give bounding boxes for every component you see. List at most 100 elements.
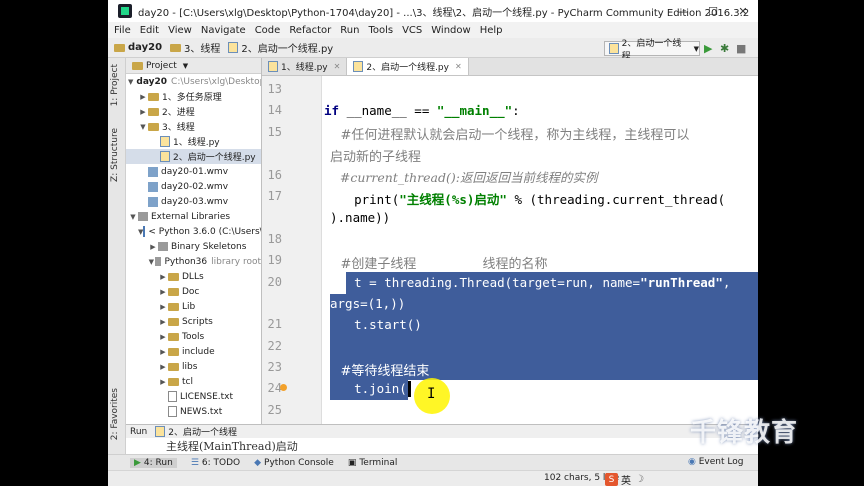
collapsed-arrow-icon: ▶ (160, 302, 166, 311)
collapsed-arrow-icon: ▶ (160, 272, 166, 281)
code-line-17-wrap: ).name)) (330, 210, 391, 225)
menu-view[interactable]: View (168, 25, 192, 36)
menu-refactor[interactable]: Refactor (289, 25, 331, 36)
folder-icon (114, 43, 125, 52)
close-button[interactable]: ✕ (728, 0, 758, 22)
favorites-tool-tab[interactable]: 2: Favorites (110, 388, 120, 440)
collapsed-arrow-icon: ▶ (150, 242, 156, 251)
code-editor[interactable]: 1、线程.py ✕ 2、启动一个线程.py ✕ 13 14 15 16 17 18 … (262, 58, 758, 424)
menu-run[interactable]: Run (340, 25, 359, 36)
stop-icon[interactable]: ■ (736, 42, 746, 55)
tab-run[interactable]: ▶ 4: Run (130, 457, 177, 468)
tree-item-process[interactable]: ▶ 2、进程 (126, 104, 261, 119)
sogou-ime-icon: S (605, 473, 618, 486)
breadcrumb-file[interactable]: 2、启动一个线程.py (228, 40, 333, 55)
tree-item-binary-skeletons[interactable]: ▶ Binary Skeletons (126, 239, 261, 254)
video-file-icon (148, 181, 158, 192)
bulb-icon[interactable] (280, 384, 287, 391)
collapsed-arrow-icon: ▶ (160, 332, 166, 341)
minimize-button[interactable]: — (668, 0, 698, 22)
code-area[interactable]: if __name__ == "__main__": #任何进程默认就会启动一个… (324, 76, 758, 424)
tree-item-tcl[interactable]: ▶ tcl (126, 374, 261, 389)
tree-item-start-thread-py[interactable]: 2、启动一个线程.py (126, 149, 261, 164)
tree-item-video-01[interactable]: day20-01.wmv (126, 164, 261, 179)
close-tab-icon[interactable]: ✕ (455, 62, 462, 71)
breadcrumb-day20[interactable]: day20 (114, 42, 162, 53)
line-number: 17 (267, 189, 282, 203)
run-output: 主线程(MainThread)启动 (166, 440, 298, 453)
folder-icon (168, 332, 179, 341)
run-icon[interactable]: ▶ (704, 42, 712, 55)
close-tab-icon[interactable]: ✕ (334, 62, 341, 71)
tab-terminal[interactable]: ▣ Terminal (348, 458, 398, 468)
tree-item-thread-py[interactable]: 1、线程.py (126, 134, 261, 149)
tree-root[interactable]: ▼ day20 C:\Users\xlg\Desktop (126, 74, 261, 89)
run-panel-title: Run (130, 426, 148, 437)
project-tool-tab[interactable]: 1: Project (110, 64, 120, 106)
run-panel: Run 2、启动一个线程 主线程(MainThread)启动 (126, 424, 758, 454)
event-log-button[interactable]: ◉ Event Log (688, 457, 743, 467)
tree-item-libs[interactable]: ▶ libs (126, 359, 261, 374)
menu-file[interactable]: File (114, 25, 131, 36)
tab-todo[interactable]: ☰ 6: TODO (191, 458, 240, 468)
line-number: 18 (267, 232, 282, 246)
tree-item-external-libraries[interactable]: ▼ External Libraries (126, 209, 261, 224)
tree-item-multitask[interactable]: ▶ 1、多任务原理 (126, 89, 261, 104)
menu-tools[interactable]: Tools (368, 25, 393, 36)
menu-navigate[interactable]: Navigate (201, 25, 246, 36)
python-sdk-icon (143, 226, 146, 237)
tree-item-dlls[interactable]: ▶ DLLs (126, 269, 261, 284)
tree-item-doc[interactable]: ▶ Doc (126, 284, 261, 299)
code-line-15-wrap: 启动新的子线程 (330, 150, 422, 165)
watermark-logo: 千锋教育 (690, 418, 799, 448)
breadcrumb-thread-folder[interactable]: 3、线程 (170, 40, 220, 55)
code-line-16: #current_thread():返回返回当前线程的实例 (324, 170, 598, 185)
structure-tool-tab[interactable]: Z: Structure (110, 128, 120, 182)
menu-vcs[interactable]: VCS (402, 25, 422, 36)
tab-thread-py[interactable]: 1、线程.py ✕ (262, 58, 348, 75)
title-bar: day20 - [C:\Users\xlg\Desktop\Python-170… (108, 0, 758, 22)
tree-item-tools[interactable]: ▶ Tools (126, 329, 261, 344)
tree-item-python-sdk[interactable]: ▼ < Python 3.6.0 (C:\Users\ (126, 224, 261, 239)
menu-window[interactable]: Window (431, 25, 470, 36)
line-number: 16 (267, 168, 282, 182)
tree-item-video-02[interactable]: day20-02.wmv (126, 179, 261, 194)
menu-code[interactable]: Code (255, 25, 281, 36)
text-cursor (408, 381, 411, 397)
menu-help[interactable]: Help (480, 25, 503, 36)
library-icon (138, 212, 148, 221)
tab-start-thread-py[interactable]: 2、启动一个线程.py ✕ (347, 58, 469, 75)
tree-item-news[interactable]: NEWS.txt (126, 404, 261, 419)
tree-item-include[interactable]: ▶ include (126, 344, 261, 359)
folder-icon (132, 61, 143, 70)
library-icon (154, 257, 162, 266)
code-line-20: t = threading.Thread(target=run, name="r… (324, 275, 731, 290)
line-number: 19 (267, 253, 282, 267)
maximize-button[interactable]: ☐ (698, 0, 728, 22)
python-file-icon (228, 42, 239, 53)
run-configuration-select[interactable]: 2、启动一个线程 ▼ (604, 39, 700, 62)
run-panel-config: 2、启动一个线程 (168, 428, 237, 438)
line-number-gutter: 13 14 15 16 17 18 19 20 21 22 23 24 25 (262, 76, 322, 424)
folder-icon (148, 92, 159, 101)
event-log-icon: ◉ (688, 457, 699, 467)
tree-item-license[interactable]: LICENSE.txt (126, 389, 261, 404)
debug-icon[interactable]: ✱ (720, 42, 729, 55)
tree-item-thread[interactable]: ▼ 3、线程 (126, 119, 261, 134)
tree-item-lib[interactable]: ▶ Lib (126, 299, 261, 314)
tab-python-console[interactable]: ◆ Python Console (254, 458, 334, 468)
project-panel-header: Project ▼ (126, 58, 261, 74)
tree-item-python36[interactable]: ▼ Python36 library root (126, 254, 261, 269)
code-line-24: t.join() (324, 381, 415, 396)
python-console-icon: ◆ (254, 457, 262, 468)
expand-arrow-icon: ▼ (140, 122, 146, 131)
terminal-icon: ▣ (347, 457, 357, 468)
tree-item-scripts[interactable]: ▶ Scripts (126, 314, 261, 329)
project-view-select[interactable]: Project (146, 61, 177, 71)
bottom-tool-bar: ▶ 4: Run ☰ 6: TODO ◆ Python Console ▣ Termin… (108, 454, 758, 470)
menu-edit[interactable]: Edit (140, 25, 159, 36)
folder-icon (170, 43, 182, 52)
expand-arrow-icon: ▼ (148, 257, 155, 266)
ime-indicator[interactable]: S 英 ☽ (605, 472, 644, 486)
tree-item-video-03[interactable]: day20-03.wmv (126, 194, 261, 209)
